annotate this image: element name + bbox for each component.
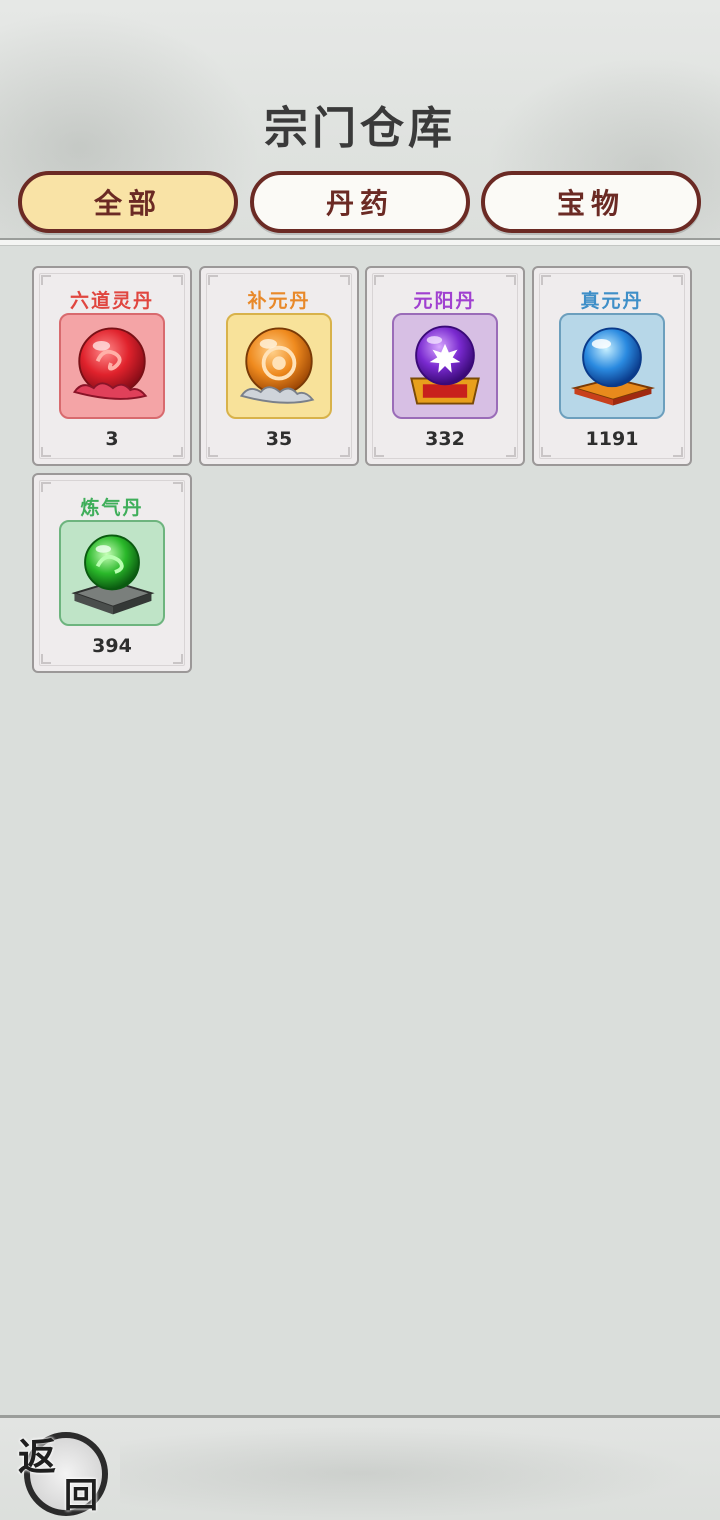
- item-count: 3: [105, 428, 119, 450]
- item-name: 真元丹: [580, 290, 644, 312]
- back-label-2: 回: [64, 1476, 98, 1516]
- blue-pill-icon: [559, 313, 665, 419]
- item-card-lianqi-dan[interactable]: 炼气丹 394: [32, 473, 192, 673]
- item-card-liudao-lingdan[interactable]: 六道灵丹 3: [32, 266, 192, 466]
- item-name: 元阳丹: [413, 290, 477, 312]
- back-button[interactable]: 返 回: [14, 1426, 114, 1518]
- tab-all[interactable]: 全部: [18, 171, 238, 233]
- header-divider: [0, 238, 720, 246]
- ink-wash-decoration: [120, 1423, 720, 1520]
- orange-pill-icon: [226, 313, 332, 419]
- item-name: 炼气丹: [80, 497, 144, 519]
- tab-pills[interactable]: 丹药: [250, 171, 470, 233]
- item-name: 补元丹: [247, 290, 311, 312]
- category-tabs: 全部 丹药 宝物: [18, 171, 702, 235]
- bottom-bar: 返 回: [0, 1415, 720, 1520]
- green-pill-icon: [59, 520, 165, 626]
- item-count: 394: [92, 635, 132, 657]
- header: 宗门仓库 全部 丹药 宝物: [0, 0, 720, 240]
- back-label-1: 返: [18, 1435, 57, 1479]
- purple-pill-icon: [392, 313, 498, 419]
- page-title: 宗门仓库: [264, 103, 456, 154]
- red-pill-icon: [59, 313, 165, 419]
- item-card-buyuan-dan[interactable]: 补元丹 35: [199, 266, 359, 466]
- item-count: 35: [265, 428, 293, 450]
- tab-treasures[interactable]: 宝物: [481, 171, 701, 233]
- item-count: 1191: [585, 428, 639, 450]
- item-card-zhenyuan-dan[interactable]: 真元丹 1191: [532, 266, 692, 466]
- item-count: 332: [425, 428, 465, 450]
- item-card-yuanyang-dan[interactable]: 元阳丹 332: [365, 266, 525, 466]
- item-name: 六道灵丹: [69, 290, 154, 312]
